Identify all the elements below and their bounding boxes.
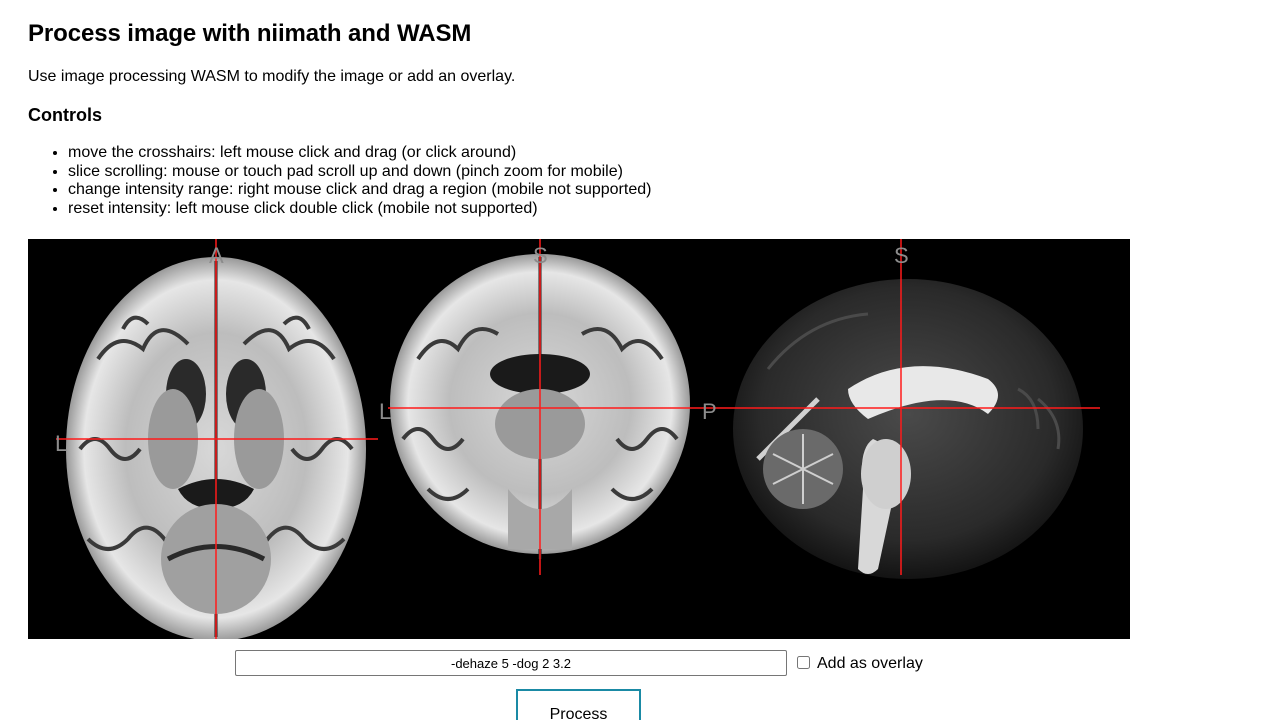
niimath-command-input[interactable] [235, 650, 787, 676]
list-item: reset intensity: left mouse click double… [68, 200, 1258, 219]
sagittal-label-left: P [702, 399, 717, 424]
axial-label-top: A [209, 243, 224, 268]
page-title: Process image with niimath and WASM [28, 20, 472, 47]
overlay-checkbox[interactable] [797, 656, 810, 669]
coronal-label-left: L [379, 399, 391, 424]
controls-heading: Controls [28, 105, 102, 125]
list-item: change intensity range: right mouse clic… [68, 181, 1258, 200]
sagittal-slice [733, 279, 1083, 579]
brain-viewer-canvas[interactable]: A L S L S P [28, 239, 1130, 639]
axial-label-left: L [55, 431, 67, 456]
page-content: Process image with niimath and WASM Use … [28, 0, 1258, 218]
controls-list: move the crosshairs: left mouse click an… [28, 144, 1258, 218]
process-controls: Add as overlay [0, 648, 1280, 680]
overlay-label: Add as overlay [817, 655, 923, 672]
coronal-label-top: S [533, 243, 548, 268]
list-item: move the crosshairs: left mouse click an… [68, 144, 1258, 163]
sagittal-label-top: S [894, 243, 909, 268]
page-description: Use image processing WASM to modify the … [28, 68, 516, 85]
list-item: slice scrolling: mouse or touch pad scro… [68, 163, 1258, 182]
process-button[interactable]: Process [516, 689, 641, 720]
